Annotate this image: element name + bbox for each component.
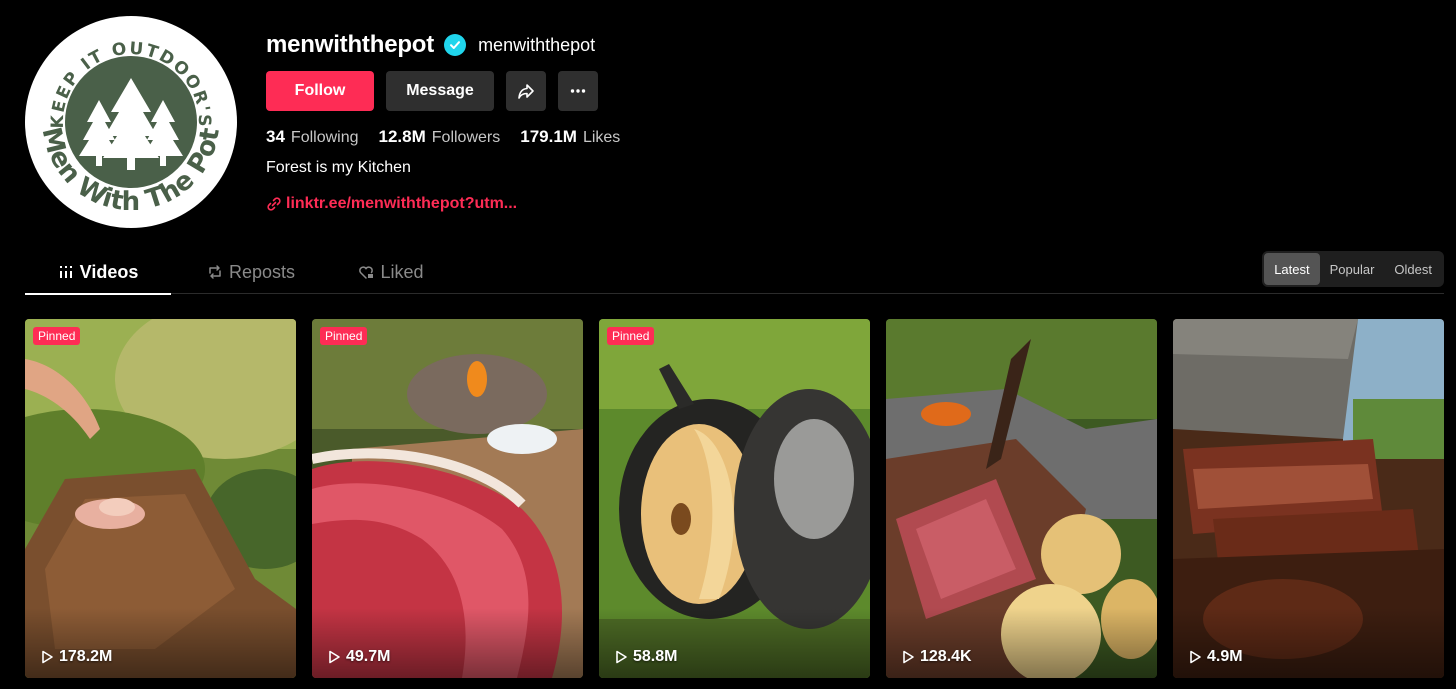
view-count-text: 58.8M [633,648,678,665]
view-count-text: 128.4K [920,648,972,665]
username: menwiththepot [266,31,435,58]
tab-videos[interactable]: Videos [25,250,171,295]
stat-label: Followers [431,129,501,146]
video-card[interactable]: Pinned 58.8M [599,319,870,678]
play-icon [1190,650,1201,664]
stat-following[interactable]: 34 Following [266,127,359,147]
play-icon [42,650,53,664]
men-with-the-pot-logo: KEEP IT OUTDOOR'S Men With The Pot [27,18,235,226]
video-card[interactable]: Pinned 49.7M [312,319,583,678]
stat-label: Likes [582,129,621,146]
tab-label: Reposts [228,261,296,282]
grid-icon [59,266,72,278]
video-card[interactable]: Pinned 178.2M [25,319,296,678]
profile-link-text[interactable]: linktr.ee/menwiththepot?utm... [286,195,517,213]
thumbnail-shade [599,608,870,678]
profile-bio: Forest is my Kitchen [266,159,411,176]
stat-label: Following [290,129,359,146]
nickname: menwiththepot [478,34,596,55]
sort-oldest[interactable]: Oldest [1384,253,1442,285]
view-count: 58.8M [613,648,677,666]
pinned-badge: Pinned [320,327,368,345]
video-grid: Pinned 178.2M Pinned 49.7M Pinned 58.8M … [25,319,1444,678]
tab-reposts[interactable]: Reposts [171,250,331,294]
stat-value: 179.1M [520,127,577,146]
view-count: 128.4K [900,648,972,666]
thumbnail-shade [25,608,296,678]
message-button[interactable]: Message [386,71,494,111]
play-icon [329,650,340,664]
stat-value: 34 [266,127,285,146]
repost-icon [209,265,221,279]
share-button[interactable] [506,71,546,111]
profile-tabs: Videos Reposts Liked [25,250,1444,295]
stat-value: 12.8M [378,127,426,146]
action-buttons: Follow Message [266,71,640,111]
link-icon [267,197,281,211]
view-count: 178.2M [39,648,112,666]
sort-segmented-control: Latest Popular Oldest [1262,251,1444,287]
tab-liked[interactable]: Liked [331,250,451,294]
view-count-text: 4.9M [1207,648,1243,665]
video-card[interactable]: 4.9M [1173,319,1444,678]
thumbnail-shade [312,608,583,678]
heart-lock-icon [359,266,374,279]
tab-label: Videos [79,261,139,282]
verified-badge-icon [444,34,467,56]
sort-latest[interactable]: Latest [1264,253,1320,285]
pinned-badge: Pinned [33,327,81,345]
video-card[interactable]: 128.4K [886,319,1157,678]
pinned-badge: Pinned [607,327,655,345]
tab-label: Liked [380,261,424,282]
view-count-text: 49.7M [346,648,391,665]
more-button[interactable] [558,71,598,111]
view-count-text: 178.2M [59,648,113,665]
thumbnail-shade [886,608,1157,678]
profile-avatar[interactable]: KEEP IT OUTDOOR'S Men With The Pot [25,16,237,228]
view-count: 4.9M [1187,648,1243,666]
follow-button[interactable]: Follow [266,71,374,111]
name-row: menwiththepot menwiththepot [266,28,640,62]
sort-popular[interactable]: Popular [1320,253,1385,285]
profile-info: menwiththepot menwiththepot Follow Messa… [266,28,640,215]
thumbnail-shade [1173,608,1444,678]
play-icon [616,650,627,664]
profile-link[interactable]: linktr.ee/menwiththepot?utm... [266,193,640,215]
more-icon [570,89,586,93]
play-icon [903,650,914,664]
view-count: 49.7M [326,648,390,666]
stat-followers[interactable]: 12.8M Followers [379,127,501,147]
profile-stats: 34 Following 12.8M Followers 179.1M Like… [266,125,640,149]
share-icon [518,84,534,99]
stat-likes: 179.1M Likes [520,127,620,147]
